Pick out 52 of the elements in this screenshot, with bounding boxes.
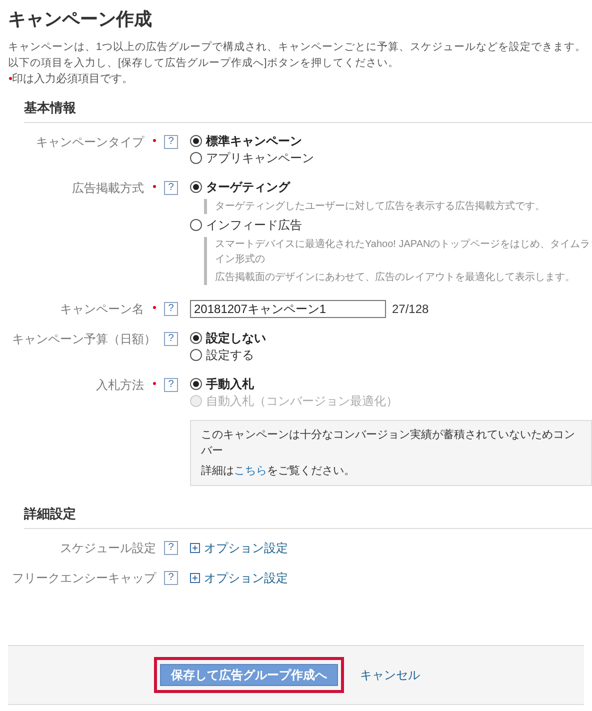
option-description: スマートデバイスに最適化されたYahoo! JAPANのトップページをはじめ、タイムライン形式の bbox=[215, 238, 592, 266]
radio-option[interactable]: インフィード広告 bbox=[190, 216, 592, 234]
required-mark-icon bbox=[153, 139, 156, 142]
radio-button[interactable] bbox=[190, 349, 202, 361]
info-text: 詳細はこちら をご覧ください。 bbox=[201, 464, 356, 478]
section-header: 基本情報 bbox=[24, 98, 592, 122]
radio-option[interactable]: 標準キャンペーン bbox=[190, 132, 592, 150]
field-label: キャンペーン名 bbox=[60, 300, 144, 318]
option-description: ターゲティングしたユーザーに対して広告を表示する広告掲載方式です。 bbox=[215, 200, 546, 214]
character-counter: 27/128 bbox=[392, 300, 429, 318]
field-label: キャンペーンタイプ bbox=[36, 134, 144, 150]
help-icon[interactable]: ? bbox=[164, 180, 178, 194]
plus-box-icon bbox=[190, 542, 200, 552]
radio-option[interactable]: 設定しない bbox=[190, 330, 592, 346]
help-icon[interactable]: ? bbox=[164, 570, 178, 584]
radio-button[interactable] bbox=[190, 378, 202, 390]
option-description: 広告掲載面のデザインにあわせて、広告のレイアウトを最適化して表示します。 bbox=[215, 270, 576, 284]
help-icon[interactable]: ? bbox=[164, 378, 178, 392]
radio-button[interactable] bbox=[190, 181, 202, 193]
radio-option[interactable]: アプリキャンペーン bbox=[190, 150, 592, 166]
field-label: 広告掲載方式 bbox=[72, 180, 144, 196]
radio-option[interactable]: 手動入札 bbox=[190, 376, 592, 392]
intro-text: 以下の項目を入力し、[保存して広告グループ作成へ]ボタンを押してください。 bbox=[8, 56, 400, 71]
intro-text: キャンペーンは、1つ以上の広告グループで構成され、キャンペーンごとに予算、スケジュールなどを設定できます。 bbox=[8, 40, 584, 55]
option-settings-link[interactable]: オプション設定 bbox=[190, 568, 288, 586]
field-label: フリークエンシーキャップ bbox=[12, 570, 156, 586]
required-mark-icon bbox=[9, 77, 12, 80]
campaign-name-field[interactable]: 20181207キャンペーン1 bbox=[190, 300, 386, 318]
section-header: 詳細設定 bbox=[24, 504, 592, 528]
required-mark-icon bbox=[153, 306, 156, 309]
cancel-link[interactable]: キャンセル bbox=[360, 666, 420, 684]
radio-button[interactable] bbox=[190, 152, 202, 164]
plus-box-icon bbox=[190, 572, 200, 582]
required-mark-icon bbox=[153, 382, 156, 385]
field-label: キャンペーン予算（日額） bbox=[12, 330, 156, 348]
required-note: 印は入力必須項目です。 bbox=[12, 72, 133, 87]
option-settings-link[interactable]: オプション設定 bbox=[190, 538, 288, 556]
help-icon[interactable]: ? bbox=[164, 540, 178, 554]
radio-button[interactable] bbox=[190, 135, 202, 147]
info-text: このキャンペーンは十分なコンバージョン実績が蓄積されていないためコンバー bbox=[201, 428, 576, 459]
required-mark-icon bbox=[153, 185, 156, 188]
help-icon[interactable]: ? bbox=[164, 302, 178, 316]
page-title: キャンペーン作成 bbox=[8, 8, 153, 31]
field-label: スケジュール設定 bbox=[60, 540, 156, 556]
radio-button[interactable] bbox=[190, 332, 202, 344]
details-link[interactable]: こちら bbox=[234, 464, 267, 476]
radio-button[interactable] bbox=[190, 219, 202, 231]
radio-option[interactable]: 設定する bbox=[190, 346, 592, 364]
help-icon[interactable]: ? bbox=[164, 332, 178, 346]
radio-option[interactable]: ターゲティング bbox=[190, 178, 592, 196]
field-label: 入札方法 bbox=[96, 376, 144, 394]
help-icon[interactable]: ? bbox=[164, 134, 178, 148]
